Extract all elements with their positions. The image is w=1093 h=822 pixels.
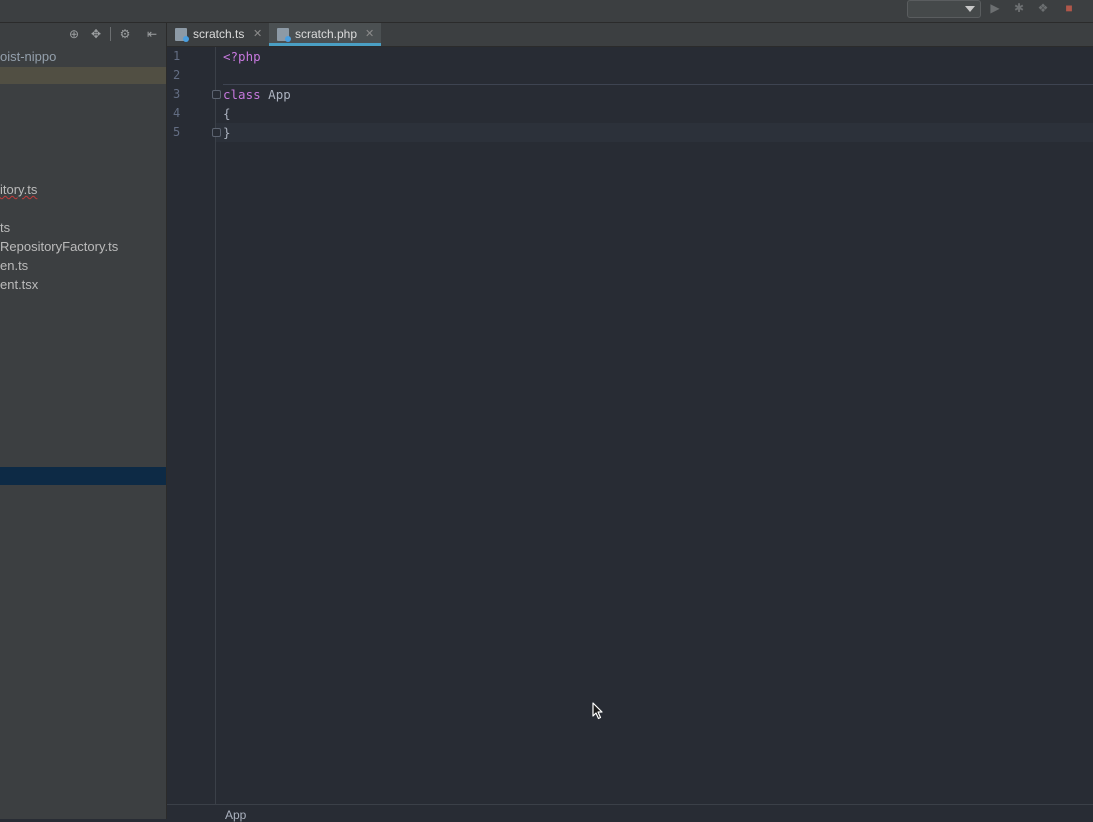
collapse-icon[interactable]: ✥ <box>89 27 103 41</box>
debug-icon[interactable]: ✱ <box>1012 1 1026 15</box>
code-line-5: } <box>223 125 231 140</box>
toolbar-divider <box>110 27 111 41</box>
fold-marker-icon[interactable] <box>212 128 221 137</box>
fold-marker-icon[interactable] <box>212 90 221 99</box>
breadcrumb-item[interactable]: App <box>225 808 246 822</box>
chevron-down-icon <box>965 6 975 12</box>
line-number: 3 <box>173 87 181 101</box>
coverage-icon[interactable]: ❖ <box>1036 1 1050 15</box>
close-icon[interactable]: ✕ <box>365 23 374 46</box>
stop-icon[interactable]: ■ <box>1062 1 1076 15</box>
editor-gutter[interactable]: 1 2 3 4 5 <box>167 47 221 804</box>
run-icon[interactable]: ▶ <box>988 1 1002 15</box>
current-line-highlight <box>216 123 1093 142</box>
scratch-file-icon <box>277 28 291 42</box>
hide-icon[interactable]: ⇤ <box>145 27 159 41</box>
tab-label: scratch.ts <box>193 27 245 41</box>
tab-scratch-ts[interactable]: scratch.ts ✕ <box>167 23 269 46</box>
php-open-tag: <?php <box>223 49 261 64</box>
mouse-pointer-icon <box>592 702 603 720</box>
breadcrumb: App <box>167 804 1093 822</box>
class-name: App <box>260 87 291 102</box>
tree-project-root[interactable]: oist-nippo <box>0 47 56 66</box>
tree-item-file[interactable]: en.ts <box>0 256 28 275</box>
tab-label: scratch.php <box>295 27 358 41</box>
tree-item-file[interactable]: ts <box>0 218 10 237</box>
project-toolbar: ⊕ ✥ ⚙ ⇤ <box>0 23 166 45</box>
gear-icon[interactable]: ⚙ <box>118 27 132 41</box>
code-line-3: class App <box>223 85 291 104</box>
code-line-4: { <box>223 106 231 121</box>
line-number: 5 <box>173 125 181 139</box>
line-number: 2 <box>173 68 181 82</box>
line-number: 1 <box>173 49 181 63</box>
project-tool-window: ⊕ ✥ ⚙ ⇤ oist-nippo itory.ts ts Repositor… <box>0 23 167 819</box>
tree-item-file[interactable]: ent.tsx <box>0 275 38 294</box>
tree-row-highlight[interactable] <box>0 67 166 84</box>
run-configuration-select[interactable] <box>907 0 981 18</box>
code-line-1: <?php <box>223 47 261 66</box>
editor-tab-bar: scratch.ts ✕ scratch.php ✕ <box>167 23 1093 47</box>
tree-item-file[interactable]: itory.ts <box>0 180 37 199</box>
locate-icon[interactable]: ⊕ <box>67 27 81 41</box>
code-editor[interactable]: 1 2 3 4 5 <?php class App { } <box>167 47 1093 804</box>
tree-item-file[interactable]: RepositoryFactory.ts <box>0 237 118 256</box>
tree-row-selected[interactable] <box>0 467 166 485</box>
keyword-class: class <box>223 87 261 102</box>
line-number: 4 <box>173 106 181 120</box>
tab-scratch-php[interactable]: scratch.php ✕ <box>269 23 381 46</box>
top-toolbar: ▶ ✱ ❖ ■ <box>0 0 1093 23</box>
method-separator <box>223 84 1093 85</box>
close-icon[interactable]: ✕ <box>253 23 262 46</box>
scratch-file-icon <box>175 28 189 42</box>
